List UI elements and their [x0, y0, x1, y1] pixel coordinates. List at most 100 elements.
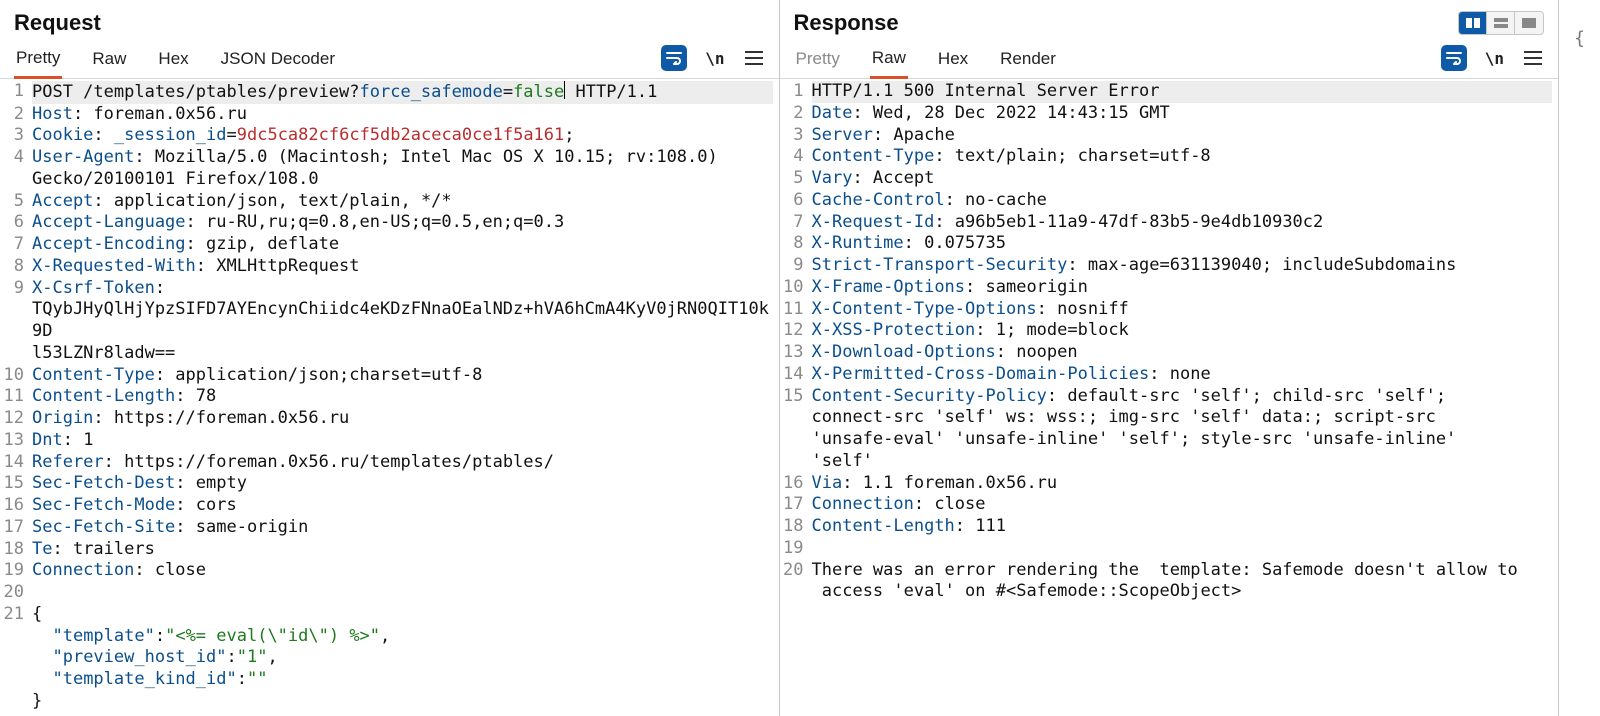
- line-content[interactable]: HTTP/1.1 500 Internal Server Error: [812, 81, 1553, 103]
- code-line[interactable]: 'unsafe-eval' 'unsafe-inline' 'self'; st…: [782, 429, 1553, 451]
- code-line[interactable]: 13Dnt: 1: [2, 430, 773, 452]
- code-line[interactable]: access 'eval' on #<Safemode::ScopeObject…: [782, 581, 1553, 603]
- code-line[interactable]: 12Origin: https://foreman.0x56.ru: [2, 408, 773, 430]
- code-line[interactable]: 8X-Runtime: 0.075735: [782, 233, 1553, 255]
- code-line[interactable]: 12X-XSS-Protection: 1; mode=block: [782, 320, 1553, 342]
- code-line[interactable]: 17Connection: close: [782, 494, 1553, 516]
- code-line[interactable]: 13X-Download-Options: noopen: [782, 342, 1553, 364]
- line-content[interactable]: User-Agent: Mozilla/5.0 (Macintosh; Inte…: [32, 147, 773, 169]
- line-content[interactable]: X-Request-Id: a96b5eb1-11a9-47df-83b5-9e…: [812, 212, 1553, 234]
- line-content[interactable]: {: [32, 604, 773, 626]
- code-line[interactable]: 2Host: foreman.0x56.ru: [2, 104, 773, 126]
- code-line[interactable]: 11Content-Length: 78: [2, 386, 773, 408]
- line-content[interactable]: Sec-Fetch-Dest: empty: [32, 473, 773, 495]
- line-content[interactable]: l53LZNr8ladw==: [32, 343, 773, 365]
- line-content[interactable]: Host: foreman.0x56.ru: [32, 104, 773, 126]
- layout-single-icon[interactable]: [1515, 12, 1543, 34]
- tab-json-decoder[interactable]: JSON Decoder: [219, 45, 337, 77]
- code-line[interactable]: 11X-Content-Type-Options: nosniff: [782, 299, 1553, 321]
- line-content[interactable]: X-Csrf-Token:: [32, 278, 773, 300]
- line-content[interactable]: Cache-Control: no-cache: [812, 190, 1553, 212]
- code-line[interactable]: 15Sec-Fetch-Dest: empty: [2, 473, 773, 495]
- line-content[interactable]: X-XSS-Protection: 1; mode=block: [812, 320, 1553, 342]
- line-content[interactable]: Date: Wed, 28 Dec 2022 14:43:15 GMT: [812, 103, 1553, 125]
- line-content[interactable]: 'unsafe-eval' 'unsafe-inline' 'self'; st…: [812, 429, 1553, 451]
- tab-hex[interactable]: Hex: [156, 45, 190, 77]
- response-editor[interactable]: 1HTTP/1.1 500 Internal Server Error2Date…: [780, 79, 1559, 716]
- line-content[interactable]: Te: trailers: [32, 539, 773, 561]
- tab-raw[interactable]: Raw: [870, 44, 908, 79]
- code-line[interactable]: Gecko/20100101 Firefox/108.0: [2, 169, 773, 191]
- code-line[interactable]: 10X-Frame-Options: sameorigin: [782, 277, 1553, 299]
- code-line[interactable]: 6Cache-Control: no-cache: [782, 190, 1553, 212]
- line-content[interactable]: Vary: Accept: [812, 168, 1553, 190]
- line-content[interactable]: TQybJHyQlHjYpzSIFD7AYEncynChiidc4eKDzFNn…: [32, 299, 773, 343]
- line-content[interactable]: Referer: https://foreman.0x56.ru/templat…: [32, 452, 773, 474]
- line-content[interactable]: "template_kind_id":"": [32, 669, 773, 691]
- code-line[interactable]: 20: [2, 582, 773, 604]
- editor-menu-icon[interactable]: [1522, 47, 1544, 69]
- code-line[interactable]: connect-src 'self' ws: wss:; img-src 'se…: [782, 407, 1553, 429]
- line-content[interactable]: }: [32, 691, 773, 713]
- code-line[interactable]: "template_kind_id":"": [2, 669, 773, 691]
- code-line[interactable]: 1POST /templates/ptables/preview?force_s…: [2, 81, 773, 104]
- code-line[interactable]: }: [2, 691, 773, 713]
- code-line[interactable]: 15Content-Security-Policy: default-src '…: [782, 386, 1553, 408]
- line-content[interactable]: Accept-Encoding: gzip, deflate: [32, 234, 773, 256]
- line-content[interactable]: Sec-Fetch-Site: same-origin: [32, 517, 773, 539]
- code-line[interactable]: 21{: [2, 604, 773, 626]
- layout-side-by-side-icon[interactable]: [1459, 12, 1487, 34]
- code-line[interactable]: 5Vary: Accept: [782, 168, 1553, 190]
- code-line[interactable]: 3Server: Apache: [782, 125, 1553, 147]
- code-line[interactable]: 14X-Permitted-Cross-Domain-Policies: non…: [782, 364, 1553, 386]
- line-content[interactable]: X-Permitted-Cross-Domain-Policies: none: [812, 364, 1553, 386]
- code-line[interactable]: 5Accept: application/json, text/plain, *…: [2, 191, 773, 213]
- code-line[interactable]: 4Content-Type: text/plain; charset=utf-8: [782, 146, 1553, 168]
- line-content[interactable]: Accept: application/json, text/plain, */…: [32, 191, 773, 213]
- line-content[interactable]: Gecko/20100101 Firefox/108.0: [32, 169, 773, 191]
- line-content[interactable]: Content-Length: 78: [32, 386, 773, 408]
- code-line[interactable]: 7X-Request-Id: a96b5eb1-11a9-47df-83b5-9…: [782, 212, 1553, 234]
- tab-raw[interactable]: Raw: [90, 45, 128, 77]
- line-content[interactable]: "preview_host_id":"1",: [32, 647, 773, 669]
- line-content[interactable]: Content-Type: application/json;charset=u…: [32, 365, 773, 387]
- show-newlines-button[interactable]: \n: [705, 49, 724, 68]
- request-editor[interactable]: 1POST /templates/ptables/preview?force_s…: [0, 79, 779, 716]
- line-content[interactable]: Content-Security-Policy: default-src 'se…: [812, 386, 1553, 408]
- line-content[interactable]: Connection: close: [812, 494, 1553, 516]
- code-line[interactable]: 1HTTP/1.1 500 Internal Server Error: [782, 81, 1553, 103]
- code-line[interactable]: 3Cookie: _session_id=9dc5ca82cf6cf5db2ac…: [2, 125, 773, 147]
- code-line[interactable]: 17Sec-Fetch-Site: same-origin: [2, 517, 773, 539]
- line-content[interactable]: connect-src 'self' ws: wss:; img-src 'se…: [812, 407, 1553, 429]
- code-line[interactable]: 16Sec-Fetch-Mode: cors: [2, 495, 773, 517]
- code-line[interactable]: "preview_host_id":"1",: [2, 647, 773, 669]
- line-content[interactable]: Sec-Fetch-Mode: cors: [32, 495, 773, 517]
- code-line[interactable]: 8X-Requested-With: XMLHttpRequest: [2, 256, 773, 278]
- line-content[interactable]: X-Runtime: 0.075735: [812, 233, 1553, 255]
- line-content[interactable]: X-Download-Options: noopen: [812, 342, 1553, 364]
- code-line[interactable]: l53LZNr8ladw==: [2, 343, 773, 365]
- editor-menu-icon[interactable]: [743, 47, 765, 69]
- line-content[interactable]: Accept-Language: ru-RU,ru;q=0.8,en-US;q=…: [32, 212, 773, 234]
- tab-render[interactable]: Render: [998, 45, 1058, 77]
- tab-pretty[interactable]: Pretty: [794, 45, 842, 77]
- line-content[interactable]: POST /templates/ptables/preview?force_sa…: [32, 81, 773, 104]
- line-content[interactable]: Content-Type: text/plain; charset=utf-8: [812, 146, 1553, 168]
- line-content[interactable]: access 'eval' on #<Safemode::ScopeObject…: [812, 581, 1553, 603]
- code-line[interactable]: 20There was an error rendering the templ…: [782, 560, 1553, 582]
- code-line[interactable]: 7Accept-Encoding: gzip, deflate: [2, 234, 773, 256]
- code-line[interactable]: 9Strict-Transport-Security: max-age=6311…: [782, 255, 1553, 277]
- code-line[interactable]: 10Content-Type: application/json;charset…: [2, 365, 773, 387]
- line-content[interactable]: Content-Length: 111: [812, 516, 1553, 538]
- line-content[interactable]: Cookie: _session_id=9dc5ca82cf6cf5db2ace…: [32, 125, 773, 147]
- show-newlines-button[interactable]: \n: [1485, 49, 1504, 68]
- tab-pretty[interactable]: Pretty: [14, 44, 62, 79]
- code-line[interactable]: 2Date: Wed, 28 Dec 2022 14:43:15 GMT: [782, 103, 1553, 125]
- code-line[interactable]: 'self': [782, 451, 1553, 473]
- inspector-gutter[interactable]: {: [1558, 0, 1600, 716]
- code-line[interactable]: 4User-Agent: Mozilla/5.0 (Macintosh; Int…: [2, 147, 773, 169]
- code-line[interactable]: 19: [782, 538, 1553, 560]
- line-content[interactable]: Via: 1.1 foreman.0x56.ru: [812, 473, 1553, 495]
- code-line[interactable]: 18Content-Length: 111: [782, 516, 1553, 538]
- line-content[interactable]: 'self': [812, 451, 1553, 473]
